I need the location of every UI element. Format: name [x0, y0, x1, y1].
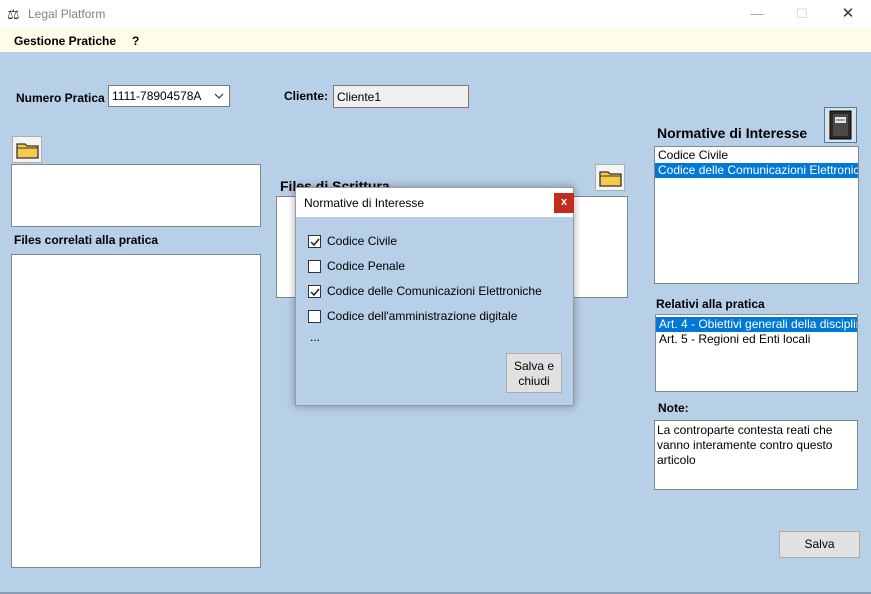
checkbox-amministrazione-digitale[interactable]: [308, 310, 321, 323]
scales-icon: ⚖: [7, 6, 20, 22]
checkbox-label[interactable]: Codice Civile: [327, 234, 397, 248]
dialog-close-button[interactable]: x: [554, 193, 574, 213]
relativi-item[interactable]: Art. 5 - Regioni ed Enti locali: [656, 332, 857, 347]
menu-gestione-pratiche[interactable]: Gestione Pratiche: [14, 34, 116, 48]
save-line-2: chiudi: [518, 374, 550, 388]
open-scrittura-folder-button[interactable]: [595, 164, 625, 191]
title-bar: ⚖ Legal Platform — ☐ ✕: [0, 0, 871, 29]
folder-icon: [599, 171, 622, 187]
maximize-button[interactable]: ☐: [779, 0, 825, 29]
checkbox-codice-civile[interactable]: [308, 235, 321, 248]
salva-e-chiudi-button[interactable]: Salva e chiudi: [506, 353, 562, 393]
checkmark-icon: [310, 288, 320, 297]
normative-item-selected[interactable]: Codice delle Comunicazioni Elettroniche: [655, 163, 858, 178]
codes-book-button[interactable]: [824, 107, 857, 143]
menu-bar: Gestione Pratiche ?: [0, 29, 871, 52]
files-correlati-list[interactable]: [11, 254, 261, 568]
checkbox-codice-penale[interactable]: [308, 260, 321, 273]
note-textarea[interactable]: La controparte contesta reati che vanno …: [654, 420, 858, 490]
normative-dialog: Normative di Interesse x Codice Civile C…: [295, 187, 574, 406]
dialog-title-bar: Normative di Interesse x: [296, 188, 574, 217]
cliente-field[interactable]: Cliente1: [333, 85, 469, 108]
close-button[interactable]: ✕: [825, 0, 871, 29]
folder-icon: [16, 143, 39, 159]
window-title: Legal Platform: [28, 7, 106, 21]
save-line-1: Salva e: [513, 359, 555, 373]
numero-pratica-value: 1111-78904578A: [112, 89, 202, 103]
checkbox-label[interactable]: Codice Penale: [327, 259, 405, 273]
checkmark-icon: [310, 238, 320, 247]
open-folder-button[interactable]: [12, 136, 42, 163]
files-correlati-label: Files correlati alla pratica: [14, 233, 159, 247]
cliente-value: Cliente1: [337, 90, 382, 104]
menu-help[interactable]: ?: [132, 34, 139, 48]
relativi-label: Relativi alla pratica: [656, 297, 765, 311]
minimize-button[interactable]: —: [734, 0, 780, 29]
numero-pratica-label: Numero Pratica: [16, 91, 105, 105]
checkbox-label[interactable]: Codice delle Comunicazioni Elettroniche: [327, 284, 542, 298]
normative-list[interactable]: Codice Civile Codice delle Comunicazioni…: [654, 146, 859, 284]
folder-path-box[interactable]: [11, 164, 261, 227]
numero-pratica-select[interactable]: 1111-78904578A: [108, 85, 230, 107]
dialog-title: Normative di Interesse: [304, 196, 425, 210]
more-options-ellipsis: ...: [310, 330, 321, 344]
salva-button[interactable]: Salva: [779, 531, 860, 558]
checkbox-comunicazioni-elettroniche[interactable]: [308, 285, 321, 298]
relativi-list[interactable]: Art. 4 - Obiettivi generali della discip…: [655, 314, 858, 392]
book-icon: [829, 110, 852, 140]
relativi-item-selected[interactable]: Art. 4 - Obiettivi generali della discip…: [656, 317, 857, 332]
normative-heading: Normative di Interesse: [657, 125, 808, 141]
normative-item[interactable]: Codice Civile: [655, 148, 858, 163]
note-label: Note:: [658, 401, 689, 415]
checkbox-label[interactable]: Codice dell'amministrazione digitale: [327, 309, 517, 323]
chevron-down-icon: [212, 88, 226, 104]
cliente-label: Cliente:: [284, 89, 329, 103]
